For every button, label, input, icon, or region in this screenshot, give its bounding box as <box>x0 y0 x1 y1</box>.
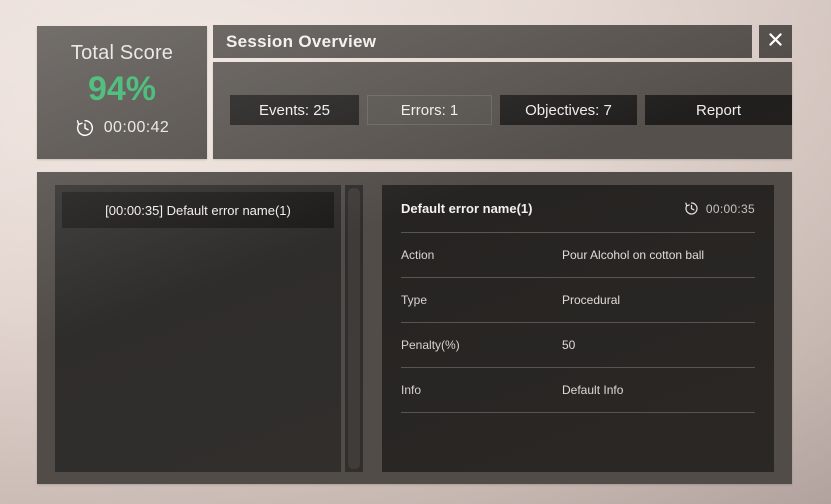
clock-history-icon <box>75 118 95 138</box>
scrollbar-thumb[interactable] <box>348 188 360 469</box>
tab-errors[interactable]: Errors: 1 <box>367 95 492 125</box>
detail-timestamp: 00:00:35 <box>684 201 755 216</box>
total-score-label: Total Score <box>70 42 174 64</box>
clock-history-icon <box>684 201 699 216</box>
detail-row-action-label: Action <box>401 248 435 262</box>
detail-row-action: Action Pour Alcohol on cotton ball <box>401 232 755 277</box>
tab-errors-label: Errors: 1 <box>400 101 459 119</box>
list-item[interactable]: [00:00:35] Default error name(1) <box>62 192 334 228</box>
error-list-panel: [00:00:35] Default error name(1) <box>55 185 341 472</box>
tab-report[interactable]: Report <box>645 95 792 125</box>
detail-row-type-label: Type <box>401 293 428 307</box>
tab-objectives[interactable]: Objectives: 7 <box>500 95 637 125</box>
tab-objectives-label: Objectives: 7 <box>525 101 612 119</box>
tab-events[interactable]: Events: 25 <box>230 95 359 125</box>
detail-timestamp-value: 00:00:35 <box>705 201 755 216</box>
page-title: Session Overview <box>226 31 377 51</box>
tab-bar-panel: Events: 25 Errors: 1 Objectives: 7 Repor… <box>213 62 792 159</box>
close-button[interactable] <box>759 25 792 58</box>
close-icon <box>767 31 784 53</box>
detail-bottom-divider <box>401 412 755 413</box>
detail-row-action-value: Pour Alcohol on cotton ball <box>562 248 705 262</box>
session-overview-screen: Total Score 94% 00:00:42 Session Overvie… <box>0 0 831 504</box>
detail-row-info-value: Default Info <box>562 383 624 397</box>
detail-header: Default error name(1) 00:00:35 <box>401 185 755 232</box>
detail-row-type-value: Procedural <box>562 293 621 307</box>
total-score-value: 94% <box>87 70 157 108</box>
list-item-label: [00:00:35] Default error name(1) <box>105 202 291 218</box>
tab-events-label: Events: 25 <box>259 101 330 119</box>
total-score-card: Total Score 94% 00:00:42 <box>37 26 207 159</box>
detail-row-penalty: Penalty(%) 50 <box>401 322 755 367</box>
detail-row-type: Type Procedural <box>401 277 755 322</box>
detail-title: Default error name(1) <box>401 201 533 216</box>
detail-row-penalty-value: 50 <box>562 338 576 352</box>
window-header: Session Overview <box>213 25 752 58</box>
content-panel: [00:00:35] Default error name(1) Default… <box>37 172 792 484</box>
error-detail-panel: Default error name(1) 00:00:35 Action Po… <box>382 185 774 472</box>
vertical-scrollbar[interactable] <box>345 185 363 472</box>
tab-bar: Events: 25 Errors: 1 Objectives: 7 Repor… <box>230 95 792 125</box>
detail-row-info-label: Info <box>401 383 422 397</box>
detail-row-info: Info Default Info <box>401 367 755 412</box>
session-timer-value: 00:00:42 <box>103 119 170 136</box>
tab-report-label: Report <box>695 101 742 119</box>
detail-row-penalty-label: Penalty(%) <box>401 338 460 352</box>
session-timer: 00:00:42 <box>75 118 169 138</box>
